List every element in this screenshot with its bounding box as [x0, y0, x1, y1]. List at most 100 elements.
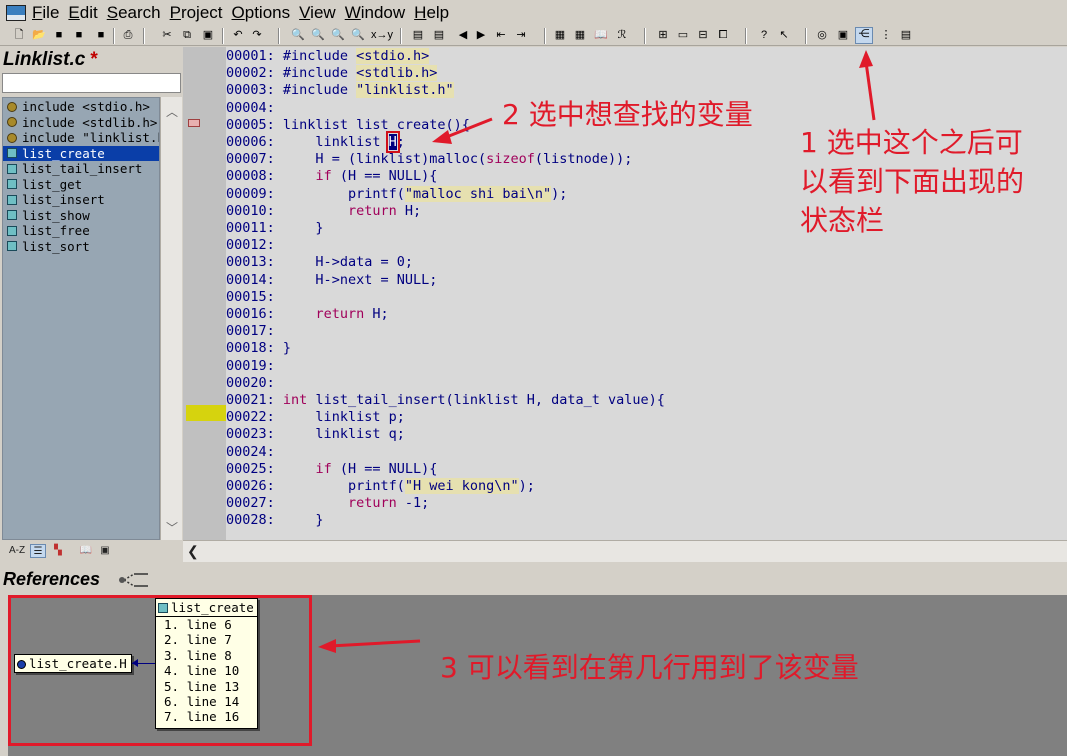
menu-project[interactable]: Project — [170, 3, 223, 23]
code-text[interactable]: if (H == NULL){ — [283, 168, 437, 184]
symbol-item-include-linklist[interactable]: include "linklist.h" — [3, 130, 159, 146]
project-icon[interactable]: ▣ — [97, 544, 113, 558]
code-line[interactable]: 00024: — [226, 444, 283, 461]
symbol-item-list-free[interactable]: list_free — [3, 223, 159, 239]
menu-search[interactable]: Search — [107, 3, 161, 23]
search-files-icon[interactable]: 🔍 — [311, 29, 325, 42]
bookmark-icon[interactable]: ▤ — [411, 29, 425, 42]
menu-options[interactable]: Options — [232, 3, 291, 23]
code-text[interactable]: return H; — [283, 306, 388, 322]
code-line[interactable]: 00004: — [226, 100, 283, 117]
symbol-info-icon[interactable]: ▦ — [553, 29, 567, 42]
code-text[interactable]: } — [283, 512, 323, 528]
jump-forward-icon[interactable]: ⇥ — [514, 29, 528, 42]
code-line[interactable]: 00011: } — [226, 220, 324, 237]
code-text[interactable]: linklist list_create(){ — [283, 117, 470, 133]
paste-icon[interactable]: ▣ — [201, 29, 215, 42]
browse-icon[interactable]: 📖 — [594, 29, 608, 42]
code-text[interactable]: if (H == NULL){ — [283, 461, 437, 477]
back-icon[interactable]: ◀ — [456, 29, 470, 42]
menu-file[interactable]: File — [32, 3, 59, 23]
code-line[interactable]: 00023: linklist q; — [226, 426, 405, 443]
menu-view[interactable]: View — [299, 3, 336, 23]
code-text[interactable]: return H; — [283, 203, 421, 219]
code-line[interactable]: 00006: linklist H; — [226, 131, 405, 153]
open-file-icon[interactable]: 📂 — [32, 29, 46, 42]
code-line[interactable]: 00014: H->next = NULL; — [226, 272, 437, 289]
reference-line[interactable]: 4. line 10 — [156, 663, 257, 678]
context-help-icon[interactable]: ? — [757, 29, 771, 42]
bookmark-next-icon[interactable]: ▤ — [432, 29, 446, 42]
relation-window-icon[interactable]: ⋲ — [855, 27, 873, 44]
code-line[interactable]: 00012: — [226, 237, 283, 254]
code-line[interactable]: 00022: linklist p; — [226, 409, 405, 426]
close-file-icon[interactable]: ■ — [94, 29, 108, 42]
code-line[interactable]: 00016: return H; — [226, 306, 389, 323]
definition-icon[interactable]: ▦ — [573, 29, 587, 42]
clip-window-icon[interactable]: ▣ — [836, 29, 850, 42]
save-all-icon[interactable]: ■ — [72, 29, 86, 42]
code-line[interactable]: 00015: — [226, 289, 283, 306]
app-icon[interactable] — [6, 5, 26, 21]
project-window-icon[interactable]: ⋮ — [879, 29, 893, 42]
symbol-list-scrollbar[interactable]: ︿ ﹀ — [160, 97, 182, 540]
reference-line[interactable]: 3. line 8 — [156, 648, 257, 663]
book-icon[interactable]: 📖 — [78, 544, 94, 558]
symbol-item-list-sort[interactable]: list_sort — [3, 239, 159, 255]
code-line[interactable]: 00009: printf("malloc shi bai\n"); — [226, 185, 567, 203]
redo-icon[interactable]: ↷ — [250, 29, 264, 42]
code-text[interactable]: H = (linklist)malloc(sizeof(listnode)); — [283, 151, 632, 167]
new-file-icon[interactable]: 🗋 — [12, 29, 26, 42]
reference-line[interactable]: 7. line 16 — [156, 709, 257, 724]
symbol-item-include-stdio[interactable]: include <stdio.h> — [3, 99, 159, 115]
code-line[interactable]: 00008: if (H == NULL){ — [226, 168, 437, 185]
symbol-item-include-stdlib[interactable]: include <stdlib.h> — [3, 115, 159, 131]
search-backward-icon[interactable]: 🔍 — [351, 29, 365, 42]
jump-back-icon[interactable]: ⇤ — [494, 29, 508, 42]
code-text[interactable]: #include <stdlib.h> — [283, 65, 438, 82]
list-view-icon[interactable]: ☰ — [30, 544, 46, 558]
split-icon[interactable]: ⊟ — [696, 29, 710, 42]
code-line[interactable]: 00018: } — [226, 340, 291, 357]
code-text[interactable]: return -1; — [283, 495, 429, 511]
chevron-left-icon[interactable]: ❮ — [187, 543, 199, 560]
forward-icon[interactable]: ▶ — [474, 29, 488, 42]
symbol-item-list-get[interactable]: list_get — [3, 177, 159, 193]
symbol-item-list-insert[interactable]: list_insert — [3, 192, 159, 208]
code-line[interactable]: 00013: H->data = 0; — [226, 254, 413, 271]
symbol-types-icon[interactable]: ▚ — [50, 544, 66, 558]
editor-hscrollbar[interactable]: ❮ — [183, 540, 1067, 562]
print-icon[interactable]: ⎙ — [121, 29, 135, 42]
code-line[interactable]: 00020: — [226, 375, 283, 392]
root-symbol-node[interactable]: list_create.H — [14, 654, 132, 673]
tile-icon[interactable]: ⊞ — [656, 29, 670, 42]
symbol-filter-input[interactable] — [2, 73, 181, 93]
lookup-icon[interactable]: ℛ — [615, 29, 629, 42]
reference-line[interactable]: 1. line 6 — [156, 617, 257, 632]
chevron-down-icon[interactable]: ﹀ — [161, 519, 183, 536]
replace-icon[interactable]: x→y — [371, 29, 393, 42]
code-line[interactable]: 00028: } — [226, 512, 324, 529]
code-line[interactable]: 00010: return H; — [226, 203, 421, 220]
symbol-item-list-tail-insert[interactable]: list_tail_insert — [3, 161, 159, 177]
code-text[interactable]: linklist H; — [283, 131, 405, 153]
code-line[interactable]: 00007: H = (linklist)malloc(sizeof(listn… — [226, 151, 632, 168]
code-line[interactable]: 00005: linklist list_create(){ — [226, 117, 470, 134]
code-text[interactable]: #include <stdio.h> — [283, 48, 430, 64]
cut-icon[interactable]: ✂ — [160, 29, 174, 42]
chevron-up-icon[interactable]: ︿ — [161, 103, 183, 120]
sort-az-icon[interactable]: A-Z — [8, 544, 26, 558]
code-text[interactable]: H->data = 0; — [283, 254, 413, 270]
bookmark-marker[interactable] — [188, 119, 200, 127]
code-text[interactable]: int list_tail_insert(linklist H, data_t … — [283, 392, 665, 408]
reference-line[interactable]: 2. line 7 — [156, 632, 257, 647]
code-text[interactable]: printf("malloc shi bai\n"); — [283, 185, 567, 202]
code-text[interactable]: } — [283, 220, 323, 236]
reference-line[interactable]: 5. line 13 — [156, 679, 257, 694]
save-icon[interactable]: ■ — [52, 29, 66, 42]
search-icon[interactable]: 🔍 — [291, 29, 305, 42]
copy-icon[interactable]: ⧉ — [180, 29, 194, 42]
undo-icon[interactable]: ↶ — [231, 29, 245, 42]
code-text[interactable]: linklist p; — [283, 409, 404, 425]
code-line[interactable]: 00026: printf("H wei kong\n"); — [226, 478, 535, 495]
